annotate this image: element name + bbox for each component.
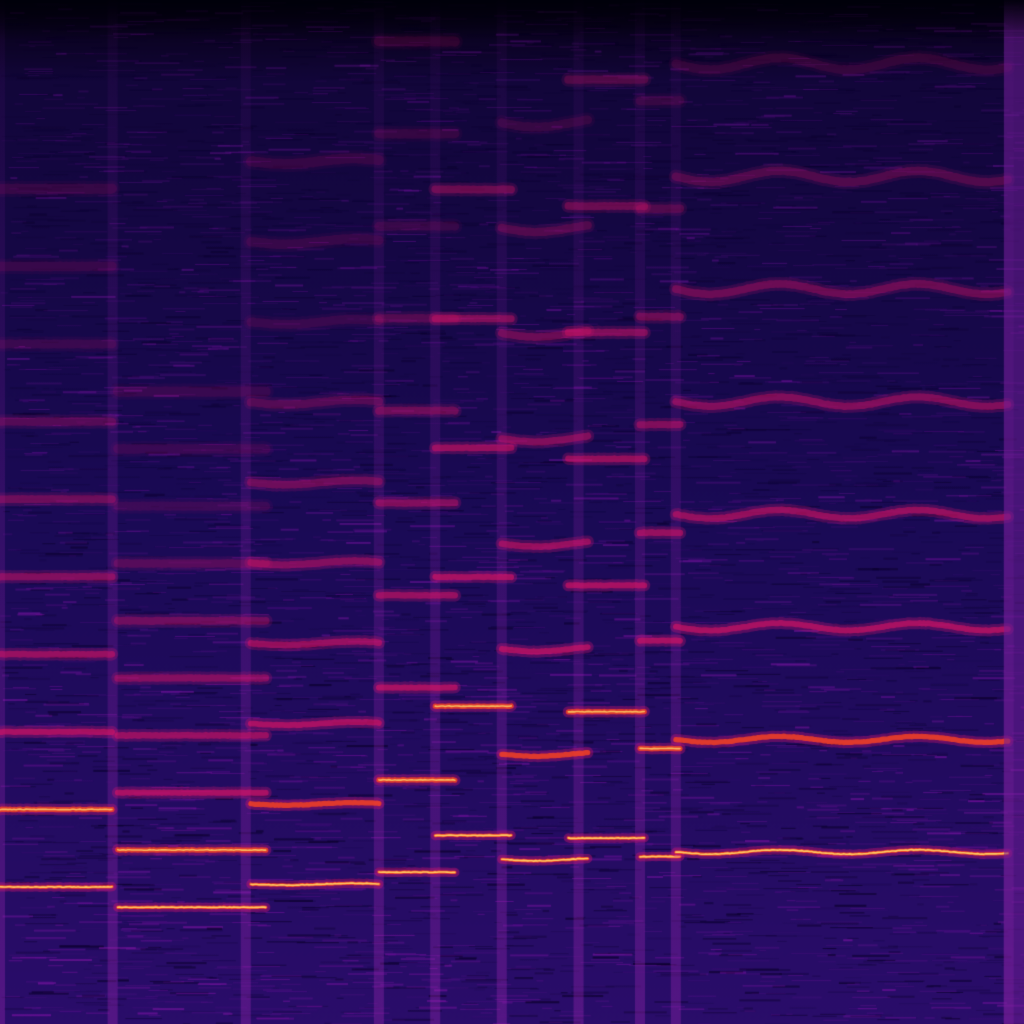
spectrogram-image <box>0 0 1024 1024</box>
